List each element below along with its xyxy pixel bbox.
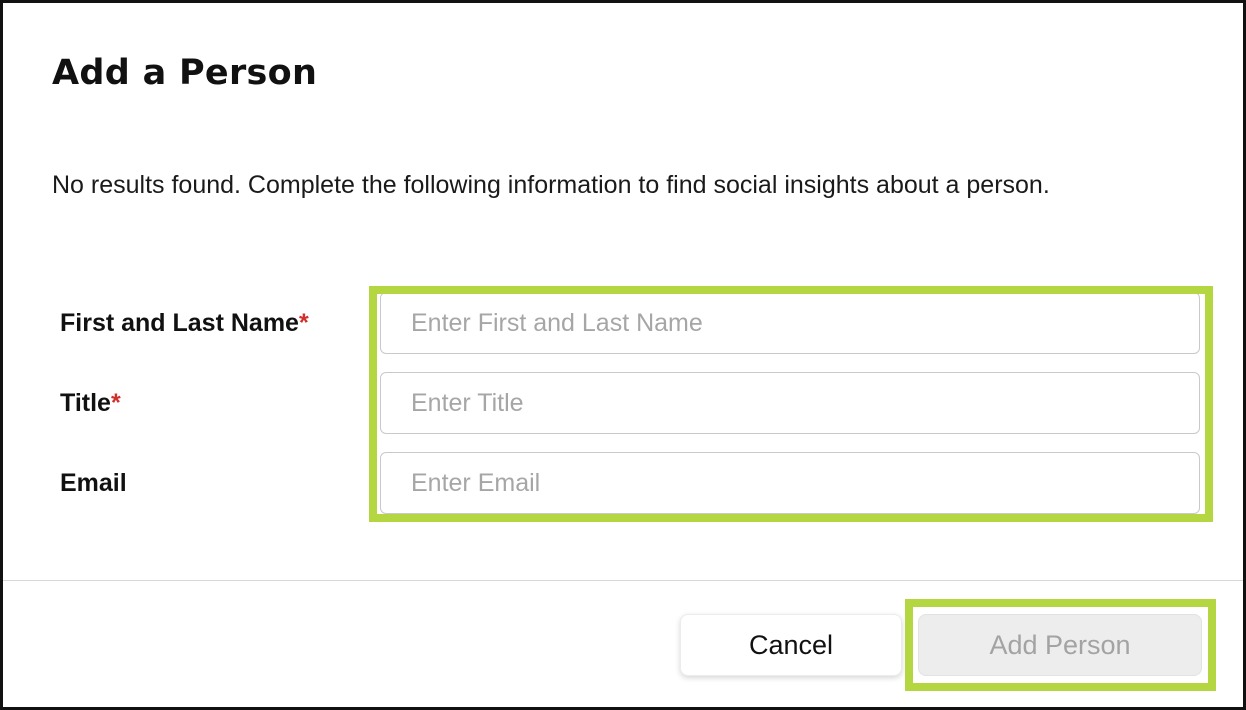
form-row-title: Title* bbox=[3, 372, 1246, 434]
name-label-text: First and Last Name bbox=[60, 309, 299, 337]
no-results-message: No results found. Complete the following… bbox=[52, 171, 1050, 199]
title-required-mark: * bbox=[110, 389, 121, 417]
form-row-name: First and Last Name* bbox=[3, 292, 1246, 354]
name-required-mark: * bbox=[298, 309, 309, 337]
name-input[interactable] bbox=[380, 292, 1200, 354]
title-label: Title* bbox=[60, 372, 121, 434]
footer-divider bbox=[3, 580, 1243, 581]
email-label: Email bbox=[60, 452, 127, 514]
form-row-email: Email bbox=[3, 452, 1246, 514]
add-person-dialog: Add a Person No results found. Complete … bbox=[0, 0, 1246, 710]
add-person-button[interactable]: Add Person bbox=[918, 614, 1202, 676]
email-input[interactable] bbox=[380, 452, 1200, 514]
title-label-text: Title bbox=[60, 389, 111, 417]
dialog-title: Add a Person bbox=[52, 53, 318, 93]
email-label-text: Email bbox=[60, 469, 127, 497]
title-input[interactable] bbox=[380, 372, 1200, 434]
name-label: First and Last Name* bbox=[60, 292, 309, 354]
cancel-button[interactable]: Cancel bbox=[680, 614, 902, 676]
